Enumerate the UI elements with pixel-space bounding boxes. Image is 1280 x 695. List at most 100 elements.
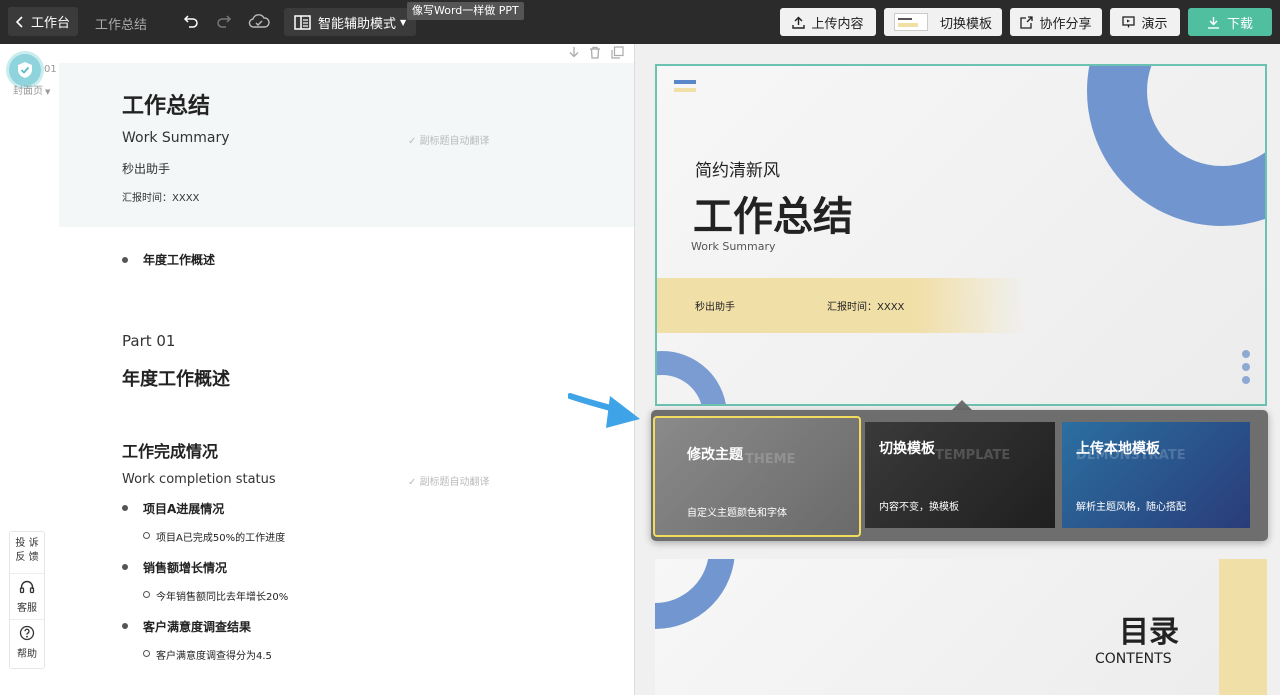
check-icon: ✓ (408, 136, 420, 147)
section-subtitle[interactable]: Work completion status (122, 472, 276, 487)
modify-theme-card[interactable]: THEME 修改主题 自定义主题颜色和字体 (653, 416, 861, 537)
doc-title[interactable]: 工作总结 (95, 14, 147, 33)
bullet-dot (122, 257, 128, 263)
list-item-title[interactable]: 项目A进展情况 (143, 500, 224, 517)
switch-template-button[interactable]: 切换模板 (884, 8, 1002, 36)
mode-selector[interactable]: 智能辅助模式 ▼ (284, 8, 416, 36)
pointer-arrow-icon (568, 393, 640, 428)
present-label: 演示 (1141, 16, 1168, 32)
card-desc: 解析主题风格，随心搭配 (1076, 502, 1186, 513)
help-sidebar: 投 诉 反 馈 客服 帮助 (9, 531, 45, 669)
upload-content-button[interactable]: 上传内容 (780, 8, 876, 36)
headset-icon (10, 579, 44, 599)
feedback-label: 投 诉 (15, 538, 39, 549)
question-icon (10, 625, 44, 645)
card-title: 修改主题 (687, 447, 743, 463)
slide-preview-2[interactable]: 目录 CONTENTS (655, 559, 1267, 695)
card-bg-text: THEME (745, 452, 796, 467)
list-item-detail[interactable]: 客户满意度调查得分为4.5 (156, 647, 272, 662)
template-thumbnail (894, 13, 928, 31)
move-down-icon[interactable] (568, 46, 580, 59)
template-actions-popup: THEME 修改主题 自定义主题颜色和字体 TEMPLATE 切换模板 内容不变… (651, 410, 1268, 541)
caret-down-icon: ▼ (45, 88, 51, 96)
section-title[interactable]: 工作完成情况 (122, 438, 218, 462)
sub-bullet-circle (143, 532, 150, 539)
cover-author[interactable]: 秒出助手 (122, 160, 170, 177)
undo-icon[interactable] (183, 13, 199, 29)
list-item-detail[interactable]: 今年销售额同比去年增长20% (156, 588, 288, 603)
cover-title[interactable]: 工作总结 (122, 88, 210, 120)
decor-dots (1242, 363, 1250, 371)
slide-toc-subtitle: CONTENTS (1095, 651, 1172, 667)
decor-arc (657, 351, 727, 404)
back-label: 工作台 (30, 16, 70, 31)
upload-label: 上传内容 (811, 16, 864, 32)
switch-template-card[interactable]: TEMPLATE 切换模板 内容不变，换模板 (865, 422, 1055, 528)
share-icon (1020, 15, 1034, 29)
back-button[interactable]: 工作台 (8, 7, 78, 36)
card-title: 上传本地模板 (1076, 441, 1160, 457)
sub-bullet-circle (143, 650, 150, 657)
decor-arc (1087, 66, 1265, 226)
card-desc: 自定义主题颜色和字体 (687, 508, 787, 519)
redo-icon[interactable] (216, 13, 232, 29)
sub-bullet-circle (143, 591, 150, 598)
share-label: 协作分享 (1039, 16, 1092, 32)
bullet-dot (122, 564, 128, 570)
cloud-save-icon[interactable] (248, 12, 270, 30)
layout-icon (294, 14, 311, 30)
page-number: 01 (44, 64, 57, 75)
service-label: 客服 (17, 603, 37, 614)
switch-template-label: 切换模板 (940, 16, 993, 32)
bullet-dot (122, 505, 128, 511)
download-label: 下载 (1226, 16, 1253, 32)
cover-subtitle[interactable]: Work Summary (122, 130, 230, 146)
help-label: 帮助 (17, 649, 37, 660)
decor-bars (674, 88, 696, 92)
page-type-label: 封面页 (13, 86, 43, 97)
customer-service-button[interactable]: 客服 (10, 574, 44, 620)
mode-tooltip: 像写Word一样做 PPT (407, 2, 524, 20)
chevron-left-icon (15, 15, 24, 28)
cover-date[interactable]: 汇报时间：XXXX (122, 189, 199, 204)
card-title: 切换模板 (879, 441, 935, 457)
feedback-button[interactable]: 投 诉 反 馈 (10, 532, 44, 574)
feedback-label: 反 馈 (15, 552, 39, 563)
download-icon (1207, 16, 1220, 29)
decor-dots (1242, 350, 1250, 358)
list-item-detail[interactable]: 项目A已完成50%的工作进度 (156, 529, 285, 544)
slide-style-label: 简约清新风 (695, 161, 780, 181)
slide-toc-title: 目录 (1119, 615, 1179, 650)
upload-local-template-card[interactable]: DEMONSTRATE 上传本地模板 解析主题风格，随心搭配 (1062, 422, 1250, 528)
slide-subtitle: Work Summary (691, 240, 776, 253)
outline-editor: 01 封面页 ▼ 工作总结 Work Summary 秒出助手 汇报时间：XXXX… (0, 44, 634, 695)
share-button[interactable]: 协作分享 (1010, 8, 1102, 36)
caret-down-icon: ▼ (400, 17, 407, 27)
decor-bars (674, 80, 696, 84)
present-icon (1122, 16, 1136, 28)
list-item-title[interactable]: 客户满意度调查结果 (143, 618, 251, 635)
part-label[interactable]: Part 01 (122, 332, 175, 350)
auto-translate-toggle[interactable]: ✓ 副标题自动翻译 (408, 132, 490, 147)
part-title[interactable]: 年度工作概述 (122, 365, 230, 391)
trash-icon[interactable] (589, 46, 601, 59)
mode-label: 智能辅助模式 (318, 16, 397, 32)
page-type-dropdown[interactable]: 封面页 ▼ (13, 82, 50, 97)
auto-translate-label: 副标题自动翻译 (419, 477, 490, 488)
auto-translate-toggle[interactable]: ✓ 副标题自动翻译 (408, 473, 490, 488)
present-button[interactable]: 演示 (1110, 8, 1180, 36)
copy-icon[interactable] (611, 46, 624, 59)
help-button[interactable]: 帮助 (10, 620, 44, 666)
upload-icon (792, 16, 806, 29)
decor-dots (1242, 376, 1250, 384)
slide-title: 工作总结 (693, 194, 853, 240)
bullet-dot (122, 623, 128, 629)
download-button[interactable]: 下载 (1188, 8, 1272, 36)
list-item-title[interactable]: 销售额增长情况 (143, 559, 227, 576)
auto-translate-label: 副标题自动翻译 (419, 136, 490, 147)
check-icon: ✓ (408, 477, 420, 488)
toc-item[interactable]: 年度工作概述 (143, 251, 215, 268)
card-bg-text: TEMPLATE (935, 448, 1011, 463)
slide-date: 汇报时间：XXXX (827, 302, 905, 313)
slide-preview-1[interactable]: 简约清新风 工作总结 Work Summary 秒出助手 汇报时间：XXXX (655, 64, 1267, 406)
